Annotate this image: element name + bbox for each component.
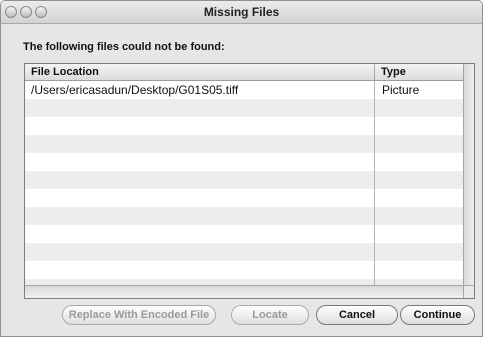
empty-row <box>25 99 463 117</box>
empty-row <box>25 243 463 261</box>
table-rows: /Users/ericasadun/Desktop/G01S05.tiff Pi… <box>25 81 463 297</box>
cancel-button[interactable]: Cancel <box>316 305 398 325</box>
window-title: Missing Files <box>203 5 280 19</box>
missing-files-dialog: Missing Files The following files could … <box>0 0 483 337</box>
vertical-scrollbar[interactable] <box>463 64 474 285</box>
table-header: File Location Type <box>25 64 463 81</box>
prompt-text: The following files could not be found: <box>23 41 225 53</box>
column-divider <box>374 64 375 80</box>
file-type-cell: Picture <box>382 83 420 97</box>
table-row[interactable]: /Users/ericasadun/Desktop/G01S05.tiff Pi… <box>25 81 463 99</box>
empty-row <box>25 171 463 189</box>
scroll-corner <box>463 285 474 298</box>
replace-with-encoded-file-button[interactable]: Replace With Encoded File <box>62 305 216 325</box>
locate-button[interactable]: Locate <box>231 305 309 325</box>
empty-row <box>25 135 463 153</box>
horizontal-scrollbar[interactable] <box>25 285 463 298</box>
empty-row <box>25 207 463 225</box>
empty-row <box>25 189 463 207</box>
column-separator-line <box>374 81 375 285</box>
empty-row <box>25 117 463 135</box>
empty-row <box>25 261 463 279</box>
missing-files-table: File Location Type /Users/ericasadun/Des… <box>24 63 475 299</box>
column-header-type[interactable]: Type <box>381 66 406 78</box>
empty-row <box>25 153 463 171</box>
column-header-file-location[interactable]: File Location <box>31 66 99 78</box>
file-location-cell: /Users/ericasadun/Desktop/G01S05.tiff <box>31 83 239 97</box>
title-bar: Missing Files <box>1 1 482 24</box>
continue-button[interactable]: Continue <box>400 305 475 325</box>
empty-row <box>25 225 463 243</box>
